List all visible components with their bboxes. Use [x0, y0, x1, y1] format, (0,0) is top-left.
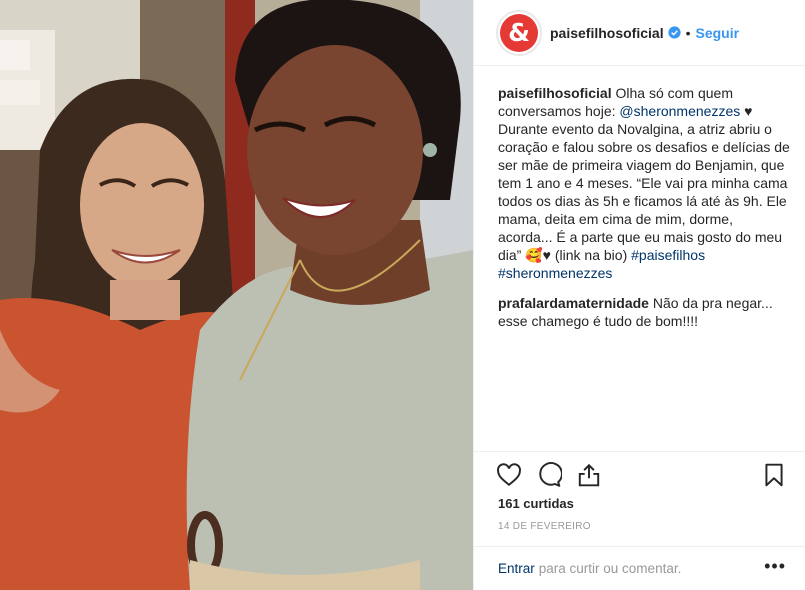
- comment-username[interactable]: prafalardamaternidade: [498, 295, 649, 311]
- hashtag-link-1[interactable]: #paisefilhos: [631, 247, 705, 263]
- verified-badge-icon: [668, 26, 681, 39]
- login-link[interactable]: Entrar: [498, 561, 535, 576]
- post-header: & paisefilhosoficial • Seguir: [474, 0, 805, 66]
- likes-count[interactable]: 161 curtidas: [498, 496, 574, 511]
- comments-list: paisefilhosoficial Olha só com quem conv…: [498, 84, 790, 330]
- separator-dot: •: [685, 24, 691, 41]
- action-bar: [474, 451, 805, 499]
- avatar[interactable]: &: [496, 9, 542, 56]
- list-item: prafalardamaternidade Não da pra negar..…: [498, 294, 790, 330]
- bookmark-icon[interactable]: [761, 462, 787, 488]
- avatar-logo: &: [500, 13, 538, 52]
- post-date: 14 DE FEVEREIRO: [498, 521, 591, 532]
- post-photo[interactable]: [0, 0, 473, 590]
- share-icon[interactable]: [576, 462, 602, 488]
- heart-icon[interactable]: [496, 462, 522, 488]
- comment-prompt: para curtir ou comentar.: [538, 561, 682, 576]
- comment-icon[interactable]: [536, 462, 562, 488]
- photo-illustration: [0, 0, 473, 590]
- comment-box: Entrar para curtir ou comentar. •••: [474, 546, 805, 590]
- caption-comment: paisefilhosoficial Olha só com quem conv…: [498, 84, 790, 282]
- caption-text-2: ♥ Durante evento da Novalgina, a atriz a…: [498, 103, 790, 263]
- more-options-icon[interactable]: •••: [764, 557, 786, 575]
- caption-username[interactable]: paisefilhosoficial: [498, 85, 612, 101]
- header-username[interactable]: paisefilhosoficial: [550, 25, 664, 41]
- follow-button[interactable]: Seguir: [696, 25, 740, 41]
- mention-link[interactable]: @sheronmenezzes: [619, 103, 740, 119]
- post-sidebar: & paisefilhosoficial • Seguir paisefilho…: [473, 0, 805, 590]
- hashtag-link-2[interactable]: #sheronmenezzes: [498, 265, 612, 281]
